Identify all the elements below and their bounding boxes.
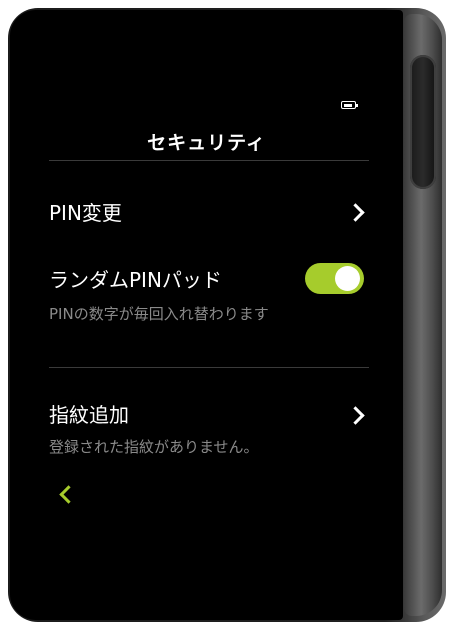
header-divider bbox=[49, 160, 369, 161]
toggle-knob bbox=[335, 266, 360, 291]
pin-change-label[interactable]: PIN変更 bbox=[49, 197, 122, 226]
chevron-right-icon[interactable] bbox=[346, 203, 365, 222]
random-pin-pad-toggle[interactable] bbox=[305, 263, 364, 294]
page-title: セキュリティ bbox=[147, 132, 266, 154]
screen: セキュリティ PIN変更 ランダムPINパッド PINの数字が毎回入れ替わります… bbox=[10, 10, 403, 620]
random-pin-pad-label: ランダムPINパッド bbox=[49, 268, 222, 292]
add-fingerprint-label[interactable]: 指紋追加 bbox=[49, 399, 129, 428]
back-chevron-left-icon[interactable] bbox=[59, 485, 78, 504]
add-fingerprint-description: 登録された指紋がありません。 bbox=[49, 438, 259, 456]
section-divider bbox=[49, 367, 369, 368]
random-pin-pad-description: PINの数字が毎回入れ替わります bbox=[49, 305, 269, 323]
device-side-button[interactable] bbox=[410, 55, 436, 189]
battery-icon bbox=[341, 101, 359, 111]
chevron-right-icon[interactable] bbox=[346, 406, 365, 425]
